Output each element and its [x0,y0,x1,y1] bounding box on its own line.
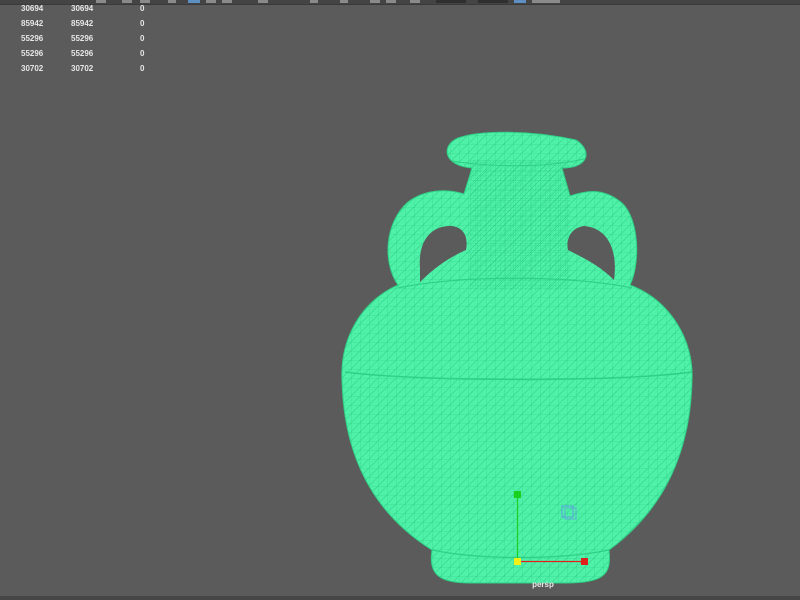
green-axis-handle-icon[interactable] [514,491,521,498]
perspective-viewport[interactable]: 30694 30694 0 85942 85942 0 55296 55296 … [0,0,800,600]
viewport-bottom-border [0,596,800,600]
camera-label: persp [532,580,554,589]
vase-mesh[interactable] [0,0,800,600]
red-axis-handle-icon[interactable] [581,558,588,565]
yellow-origin-handle-icon[interactable] [514,558,521,565]
